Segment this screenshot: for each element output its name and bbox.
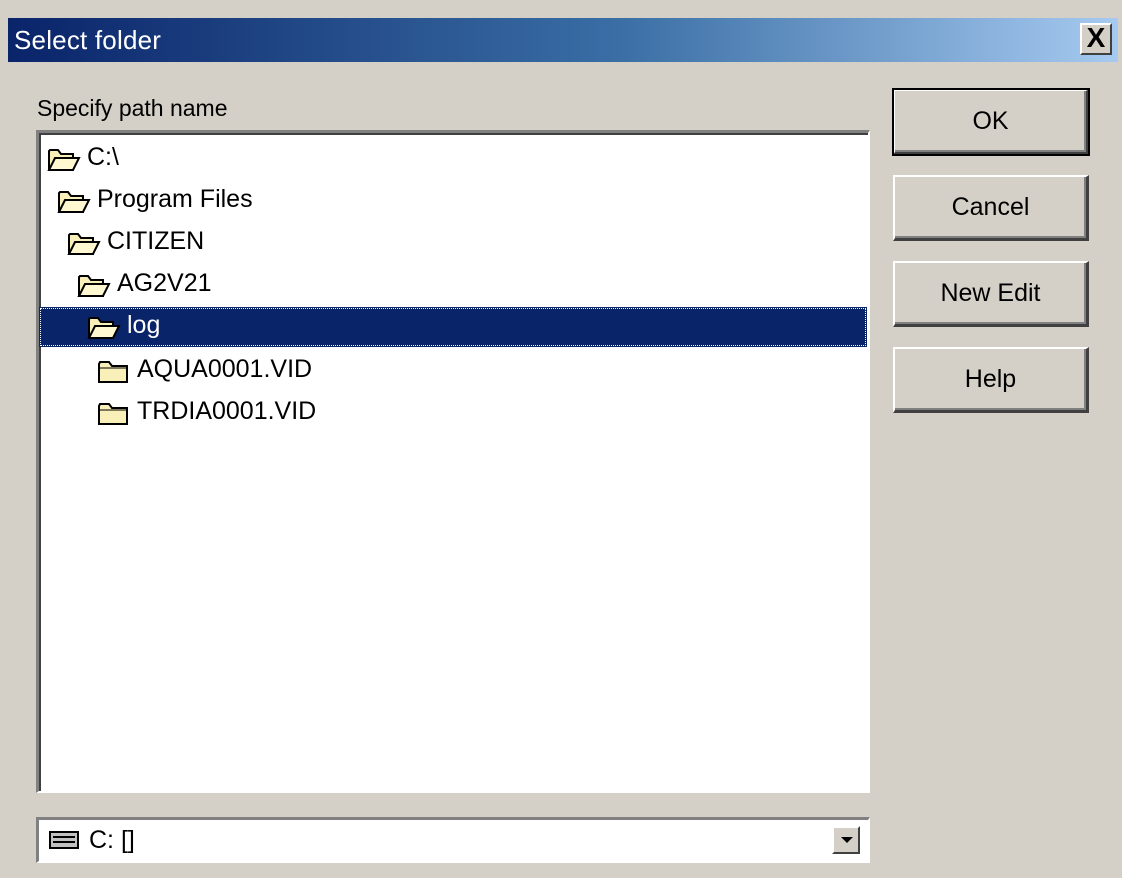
- open-folder-icon: [87, 313, 121, 341]
- tree-item-label: Program Files: [97, 185, 253, 213]
- tree-item[interactable]: AG2V21: [39, 265, 867, 305]
- folder-tree[interactable]: C:\ Program Files CITIZEN AG2V21 log AQUA0001…: [36, 130, 870, 793]
- drive-icon: [49, 831, 79, 849]
- open-folder-icon: [47, 145, 81, 173]
- window-title: Select folder: [14, 25, 162, 55]
- tree-item[interactable]: log: [39, 307, 867, 347]
- tree-item[interactable]: TRDIA0001.VID: [39, 393, 867, 433]
- tree-item-label: C:\: [87, 143, 119, 171]
- tree-item[interactable]: Program Files: [39, 181, 867, 221]
- close-button[interactable]: X: [1080, 23, 1112, 55]
- tree-item[interactable]: C:\: [39, 139, 867, 179]
- new-edit-button[interactable]: New Edit: [893, 261, 1089, 327]
- ok-button[interactable]: OK: [892, 88, 1090, 156]
- closed-folder-icon: [97, 399, 131, 427]
- open-folder-icon: [77, 271, 111, 299]
- title-bar[interactable]: Select folder: [8, 18, 1118, 62]
- tree-item-label: log: [127, 311, 161, 339]
- help-button[interactable]: Help: [893, 347, 1089, 413]
- path-label: Specify path name: [37, 95, 228, 121]
- cancel-button[interactable]: Cancel: [893, 175, 1089, 241]
- tree-item-label: AG2V21: [117, 269, 212, 297]
- open-folder-icon: [67, 229, 101, 257]
- tree-item-label: TRDIA0001.VID: [137, 397, 317, 425]
- closed-folder-icon: [97, 357, 131, 385]
- open-folder-icon: [57, 187, 91, 215]
- drive-value: C: []: [89, 826, 135, 854]
- drive-select[interactable]: C: []: [36, 817, 870, 863]
- tree-item-label: AQUA0001.VID: [137, 355, 313, 383]
- tree-item-label: CITIZEN: [107, 227, 205, 255]
- dropdown-arrow-icon[interactable]: [832, 826, 860, 854]
- tree-item[interactable]: AQUA0001.VID: [39, 351, 867, 391]
- select-folder-dialog: Select folder X Specify path name C:\ Pro…: [0, 0, 1122, 878]
- tree-item[interactable]: CITIZEN: [39, 223, 867, 263]
